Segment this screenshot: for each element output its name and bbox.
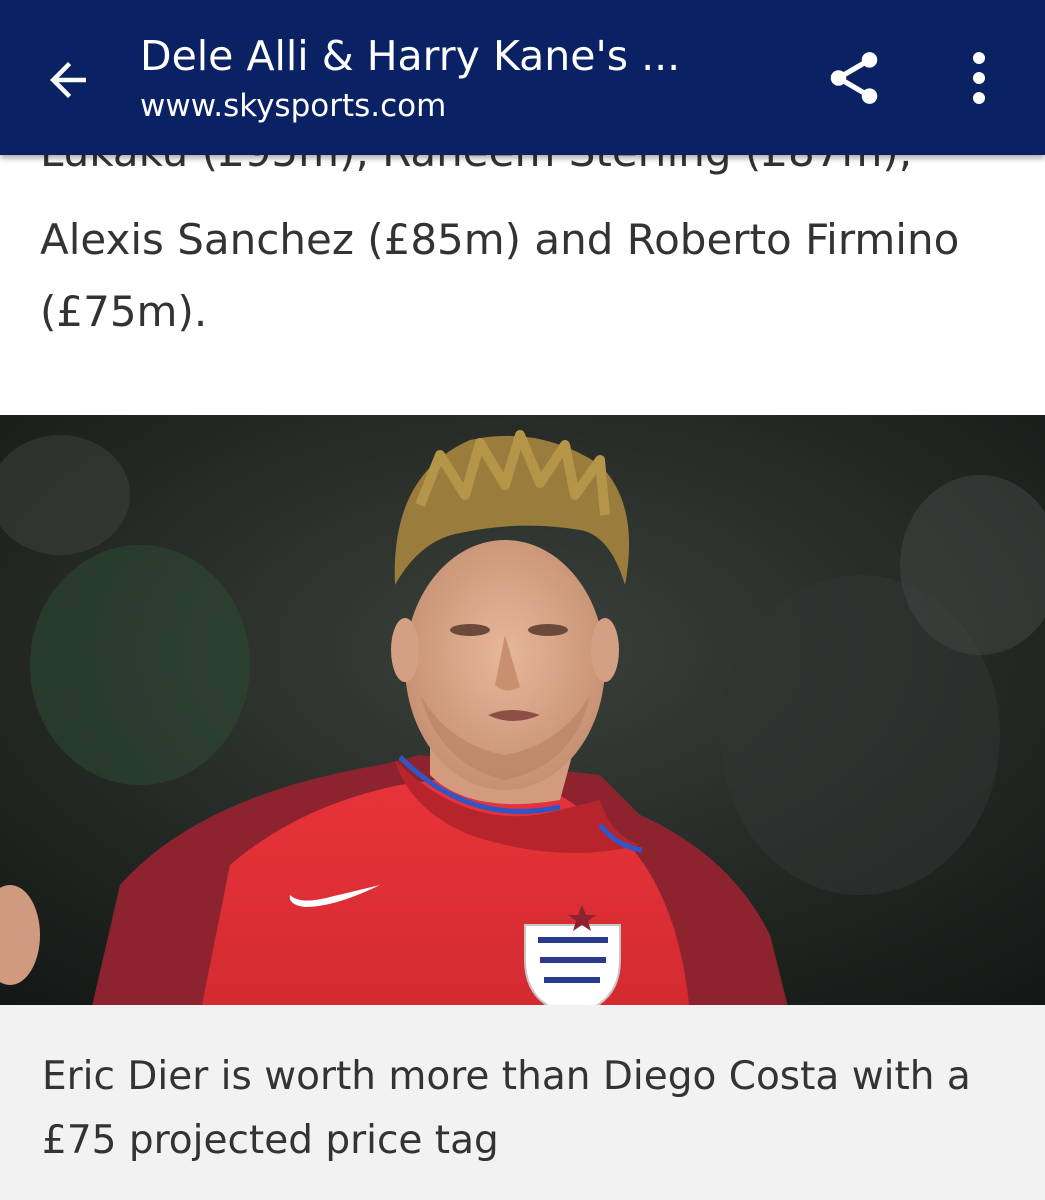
more-vert-icon [973, 52, 985, 104]
title-block: Dele Alli & Harry Kane's ... www.skyspor… [140, 30, 740, 128]
page-url: www.skysports.com [140, 88, 447, 124]
article-photo[interactable] [0, 415, 1045, 1005]
arrow-back-icon [50, 62, 86, 98]
photo-caption-box: Eric Dier is worth more than Diego Costa… [0, 1005, 1045, 1200]
browser-page: Dele Alli & Harry Kane's ... www.skyspor… [0, 0, 1045, 1200]
photo-caption: Eric Dier is worth more than Diego Costa… [42, 1054, 971, 1163]
back-button[interactable] [28, 40, 108, 120]
paragraph-line: Alexis Sanchez (£85m) and Roberto Firmin… [40, 215, 960, 264]
cut-off-line: Lukaku (£95m), Raheem Sterling (£87m), [40, 150, 913, 176]
share-icon [830, 52, 878, 104]
app-bar: Dele Alli & Harry Kane's ... www.skyspor… [0, 0, 1045, 155]
overflow-menu-button[interactable] [944, 36, 1014, 120]
player-photo [0, 415, 1045, 1005]
page-title: Dele Alli & Harry Kane's ... [140, 32, 681, 80]
paragraph-line: (£75m). [40, 287, 208, 336]
article-paragraph: Lukaku (£95m), Raheem Sterling (£87m), A… [40, 150, 1020, 348]
share-button[interactable] [812, 36, 896, 120]
